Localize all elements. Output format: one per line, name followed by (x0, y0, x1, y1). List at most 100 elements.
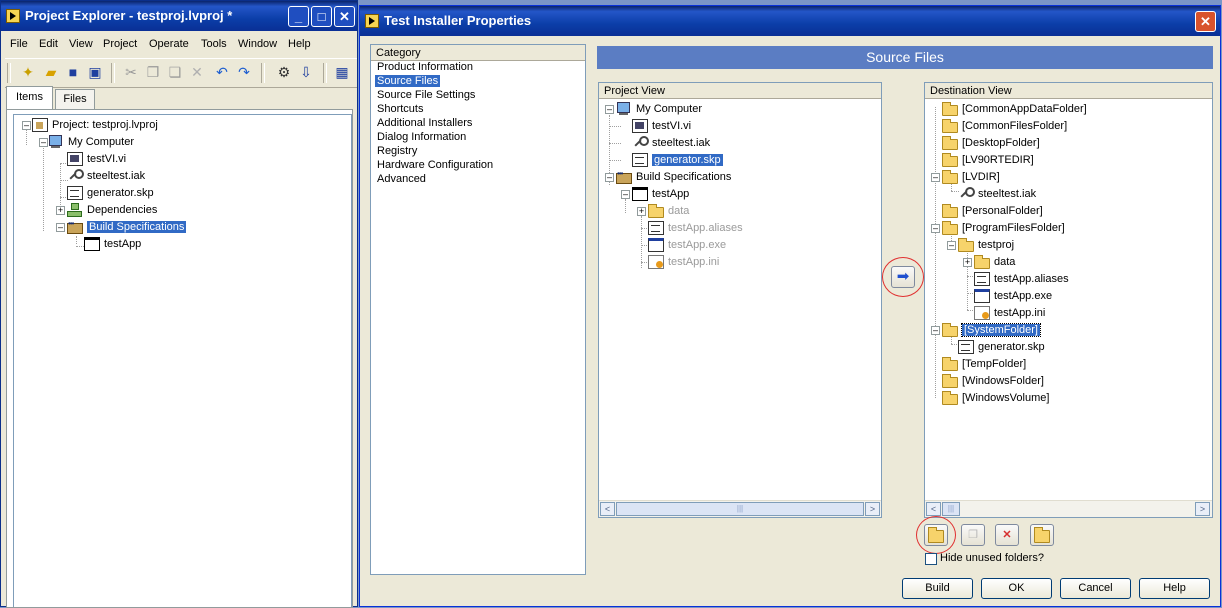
hide-unused-folders-checkbox[interactable] (925, 553, 937, 565)
collapse-toggle[interactable]: – (39, 138, 48, 147)
dv-node-personal[interactable]: [PersonalFolder] (942, 203, 1043, 219)
collapse-toggle[interactable]: – (621, 190, 630, 199)
installer-titlebar[interactable]: Test Installer Properties ✕ (360, 6, 1220, 36)
cancel-button[interactable]: Cancel (1060, 578, 1131, 599)
collapse-toggle[interactable]: – (22, 121, 31, 130)
horizontal-scrollbar[interactable]: < ||| > (599, 500, 881, 517)
pv-node-generator[interactable]: generator.skp (632, 152, 723, 168)
paste-icon[interactable]: ❏ (166, 63, 184, 81)
dv-node-windows-volume[interactable]: [WindowsVolume] (942, 390, 1049, 406)
tree-node-testapp[interactable]: testApp (84, 236, 141, 252)
dv-node-temp[interactable]: [TempFolder] (942, 356, 1026, 372)
menu-edit[interactable]: Edit (39, 38, 58, 50)
pv-node-testapp-exe[interactable]: testApp.exe (648, 237, 726, 253)
collapse-toggle[interactable]: – (947, 241, 956, 250)
collapse-toggle[interactable]: – (931, 224, 940, 233)
dv-node-lv90rtedir[interactable]: [LV90RTEDIR] (942, 152, 1034, 168)
build-icon[interactable]: ⚙ (275, 63, 293, 81)
tree-node-build-specifications[interactable]: Build Specifications (67, 216, 187, 235)
close-button[interactable]: ✕ (1195, 11, 1216, 32)
project-explorer-titlebar[interactable]: Project Explorer - testproj.lvproj * _ □… (1, 1, 357, 31)
pv-node-build-specifications[interactable]: Build Specifications (616, 166, 731, 185)
scroll-left-button[interactable]: < (926, 502, 941, 516)
expand-toggle[interactable]: + (56, 206, 65, 215)
tree-node-project[interactable]: Project: testproj.lvproj (32, 117, 158, 133)
tab-files[interactable]: Files (55, 89, 95, 109)
collapse-toggle[interactable]: – (605, 105, 614, 114)
deploy-icon[interactable]: ⇩ (297, 63, 315, 81)
dv-node-common-files[interactable]: [CommonFilesFolder] (942, 118, 1067, 134)
tree-node-dependencies[interactable]: Dependencies (67, 202, 157, 218)
pv-node-testapp[interactable]: testApp (632, 186, 689, 202)
collapse-toggle[interactable]: – (56, 223, 65, 232)
scroll-thumb[interactable]: ||| (942, 502, 960, 516)
pv-node-testvi[interactable]: testVI.vi (632, 118, 691, 134)
minimize-button[interactable]: _ (288, 6, 309, 27)
cut-icon[interactable]: ✂ (122, 63, 140, 81)
rename-button[interactable]: ❐ (961, 524, 985, 546)
window-icon[interactable]: ▦ (333, 63, 351, 81)
remove-button[interactable]: ✕ (995, 524, 1019, 546)
menu-help[interactable]: Help (288, 38, 311, 50)
menu-file[interactable]: File (10, 38, 28, 50)
expand-toggle[interactable]: + (963, 258, 972, 267)
category-shortcuts[interactable]: Shortcuts (377, 103, 423, 115)
dv-node-testapp-exe[interactable]: testApp.exe (974, 288, 1052, 304)
category-registry[interactable]: Registry (377, 145, 417, 157)
scroll-left-button[interactable]: < (600, 502, 615, 516)
category-source-files[interactable]: Source Files (375, 75, 441, 87)
maximize-button[interactable]: □ (311, 6, 332, 27)
save-all-icon[interactable]: ▣ (86, 63, 104, 81)
scroll-thumb[interactable]: ||| (616, 502, 864, 516)
dv-node-desktop[interactable]: [DesktopFolder] (942, 135, 1040, 151)
menu-operate[interactable]: Operate (149, 38, 189, 50)
tree-node-testvi[interactable]: testVI.vi (67, 151, 126, 167)
redo-icon[interactable]: ↷ (235, 63, 253, 81)
tree-node-steeltest[interactable]: steeltest.iak (67, 168, 145, 184)
scroll-right-button[interactable]: > (1195, 502, 1210, 516)
menu-tools[interactable]: Tools (201, 38, 227, 50)
collapse-toggle[interactable]: – (931, 173, 940, 182)
save-icon[interactable]: ■ (64, 63, 82, 81)
expand-toggle[interactable]: + (637, 207, 646, 216)
folder-properties-button[interactable] (1030, 524, 1054, 546)
pv-node-steeltest[interactable]: steeltest.iak (632, 135, 710, 151)
menu-window[interactable]: Window (238, 38, 277, 50)
horizontal-scrollbar[interactable]: < ||| > (925, 500, 1212, 517)
category-source-file-settings[interactable]: Source File Settings (377, 89, 475, 101)
undo-icon[interactable]: ↶ (213, 63, 231, 81)
dv-node-testproj[interactable]: testproj (958, 237, 1014, 253)
category-advanced[interactable]: Advanced (377, 173, 426, 185)
pv-node-testapp-ini[interactable]: testApp.ini (648, 254, 719, 270)
dv-node-lvdir[interactable]: [LVDIR] (942, 169, 1000, 185)
dv-node-generator[interactable]: generator.skp (958, 339, 1045, 355)
dv-node-system-folder[interactable]: [SystemFolder] (942, 322, 1041, 338)
dv-node-testapp-aliases[interactable]: testApp.aliases (974, 271, 1069, 287)
collapse-toggle[interactable]: – (605, 173, 614, 182)
close-button[interactable]: ✕ (334, 6, 355, 27)
build-button[interactable]: Build (902, 578, 973, 599)
dv-node-common-app-data[interactable]: [CommonAppDataFolder] (942, 101, 1087, 117)
category-additional-installers[interactable]: Additional Installers (377, 117, 472, 129)
menu-project[interactable]: Project (103, 38, 137, 50)
category-product-information[interactable]: Product Information (377, 61, 473, 73)
tree-node-generator[interactable]: generator.skp (67, 185, 154, 201)
menu-view[interactable]: View (69, 38, 93, 50)
copy-icon[interactable]: ❐ (144, 63, 162, 81)
pv-node-data[interactable]: data (648, 203, 689, 219)
category-dialog-information[interactable]: Dialog Information (377, 131, 466, 143)
tree-node-my-computer[interactable]: My Computer (48, 134, 134, 150)
scroll-right-button[interactable]: > (865, 502, 880, 516)
dv-node-steeltest[interactable]: steeltest.iak (958, 186, 1036, 202)
pv-node-testapp-aliases[interactable]: testApp.aliases (648, 220, 743, 236)
dv-node-program-files[interactable]: [ProgramFilesFolder] (942, 220, 1065, 236)
help-button[interactable]: Help (1139, 578, 1210, 599)
collapse-toggle[interactable]: – (931, 326, 940, 335)
open-folder-icon[interactable]: ▰ (42, 63, 60, 81)
ok-button[interactable]: OK (981, 578, 1052, 599)
delete-icon[interactable]: ✕ (188, 63, 206, 81)
tab-items[interactable]: Items (6, 86, 53, 110)
pv-node-my-computer[interactable]: My Computer (616, 101, 702, 117)
dv-node-data[interactable]: data (974, 254, 1015, 270)
dv-node-testapp-ini[interactable]: testApp.ini (974, 305, 1045, 321)
